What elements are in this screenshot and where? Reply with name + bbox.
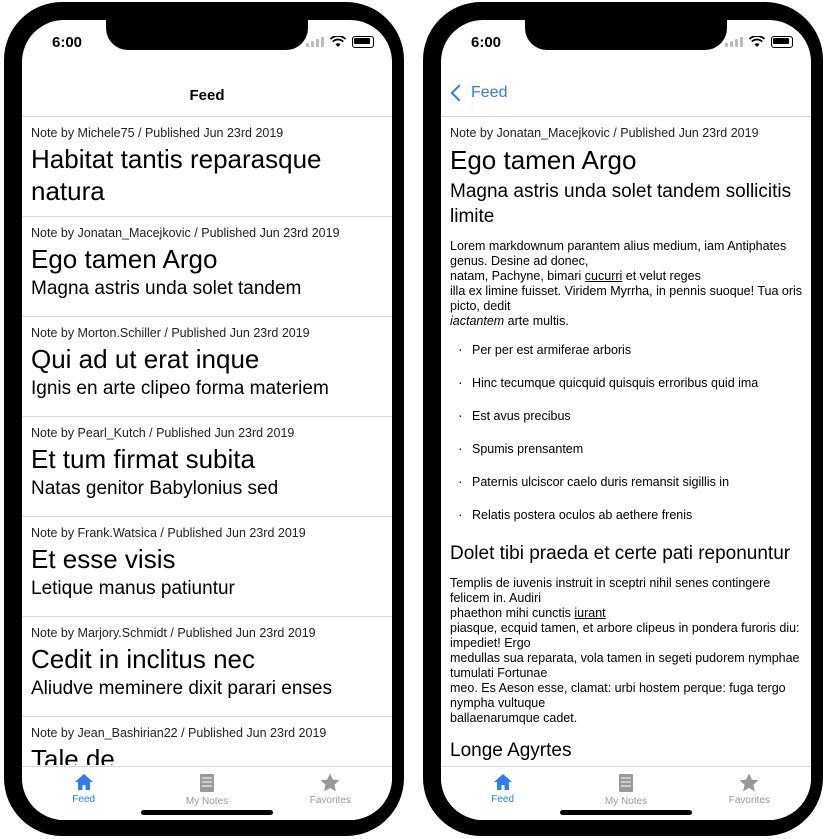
item-title: Cedit in inclitus nec xyxy=(31,644,255,674)
item-title: Qui ad ut erat inque xyxy=(31,344,260,374)
item-title: Et esse visis xyxy=(31,544,176,574)
wifi-icon xyxy=(749,36,765,47)
tab-favorites[interactable]: Favorites xyxy=(269,767,392,820)
item-subtitle: Aliudve meminere dixit parari enses xyxy=(31,678,332,699)
signal-icon xyxy=(306,37,324,47)
item-subtitle: Ignis en arte clipeo forma materiem xyxy=(31,378,329,399)
note-subtitle: Magna astris unda solet tandem solliciti… xyxy=(450,181,792,227)
nav-title: Feed xyxy=(189,87,225,104)
home-icon xyxy=(493,774,512,790)
item-subtitle: Magna astris unda solet tandem xyxy=(31,278,302,299)
status-time: 6:00 xyxy=(52,34,83,51)
star-icon xyxy=(320,773,340,792)
list-item: Per per est armiferae arboris xyxy=(450,342,802,358)
note-title: Ego tamen Argo xyxy=(450,145,637,175)
item-title: Et tum firmat subita xyxy=(31,444,255,474)
back-button[interactable]: Feed xyxy=(449,84,507,102)
item-meta: Note by Frank.Watsica / Published Jun 23… xyxy=(31,526,306,540)
list-item: Relatis postera oculos ab aethere frenis xyxy=(450,507,802,523)
item-meta: Note by Pearl_Kutch / Published Jun 23rd… xyxy=(31,426,295,440)
text: phaethon mihi cunctis xyxy=(450,606,575,620)
feed-item[interactable]: Note by Morton.Schiller / Published Jun … xyxy=(22,317,392,417)
text: ballaenarumque cadet. xyxy=(450,711,578,725)
paragraph-1: Lorem markdownum parantem alius medium, … xyxy=(450,239,802,329)
section-heading: Longe Agyrtes xyxy=(450,740,572,761)
tab-feed[interactable]: Feed xyxy=(22,767,145,820)
text: Lorem markdownum parantem alius medium, … xyxy=(450,239,787,268)
item-title: Tale de xyxy=(31,744,115,765)
note-meta: Note by Jonatan_Macejkovic / Published J… xyxy=(450,126,759,140)
item-title: Ego tamen Argo xyxy=(31,244,218,274)
feed-screen: 6:00 Feed Note by Michele75 / Published … xyxy=(22,20,392,820)
status-icons xyxy=(725,36,793,48)
list-item: Spumis prensantem xyxy=(450,441,802,457)
inline-link[interactable]: iurant xyxy=(574,606,605,620)
status-icons xyxy=(306,36,374,48)
item-subtitle: Letique manus patiuntur xyxy=(31,578,235,599)
text: illa ex limine fuisset. Viridem Myrrha, … xyxy=(450,284,803,313)
feed-item[interactable]: Note by Marjory.Schmidt / Published Jun … xyxy=(22,617,392,717)
emphasis: iactantem xyxy=(450,314,505,328)
tab-feed[interactable]: Feed xyxy=(441,767,564,820)
tab-label: My Notes xyxy=(185,796,229,807)
bullet-list: Per per est armiferae arboris Hinc tecum… xyxy=(450,342,802,523)
tab-label: Favorites xyxy=(728,795,770,806)
notes-icon xyxy=(199,774,214,792)
detail-screen: 6:00 Feed Note by Jonatan_Macejkovic / P… xyxy=(441,20,811,820)
item-meta: Note by Morton.Schiller / Published Jun … xyxy=(31,326,310,340)
wifi-icon xyxy=(330,36,346,47)
notch xyxy=(106,20,308,50)
text: natam, Pachyne, bimari xyxy=(450,269,585,283)
text: meo. Es Aeson esse, clamat: urbi hostem … xyxy=(450,681,786,710)
home-indicator[interactable] xyxy=(560,810,692,815)
feed-item[interactable]: Note by Jean_Bashirian22 / Published Jun… xyxy=(22,717,392,765)
feed-item[interactable]: Note by Frank.Watsica / Published Jun 23… xyxy=(22,517,392,617)
notch xyxy=(525,20,727,50)
status-time: 6:00 xyxy=(471,34,502,51)
home-icon xyxy=(74,774,93,790)
item-meta: Note by Jonatan_Macejkovic / Published J… xyxy=(31,226,340,240)
list-item: Est avus precibus xyxy=(450,408,802,424)
tab-label: My Notes xyxy=(604,796,648,807)
list-item: Paternis ulciscor caelo duris remansit s… xyxy=(450,474,802,490)
battery-icon xyxy=(771,36,793,48)
text: piasque, ecquid tamen, et arbore clipeus… xyxy=(450,621,800,650)
star-icon xyxy=(739,773,759,792)
tab-favorites[interactable]: Favorites xyxy=(688,767,811,820)
paragraph-2: Templis de iuvenis instruit in sceptri n… xyxy=(450,576,802,726)
phone-feed: 6:00 Feed Note by Michele75 / Published … xyxy=(4,2,404,836)
item-subtitle: Natas genitor Babylonius sed xyxy=(31,478,279,499)
navbar: Feed xyxy=(441,76,811,117)
signal-icon xyxy=(725,37,743,47)
note-detail[interactable]: Note by Jonatan_Macejkovic / Published J… xyxy=(441,117,811,765)
text: Templis de iuvenis instruit in sceptri n… xyxy=(450,576,771,605)
feed-item[interactable]: Note by Jonatan_Macejkovic / Published J… xyxy=(22,217,392,317)
text: medullas sua reparata, vola tamen in seg… xyxy=(450,651,800,680)
item-meta: Note by Marjory.Schmidt / Published Jun … xyxy=(31,626,316,640)
battery-icon xyxy=(352,36,374,48)
inline-link[interactable]: cucurri xyxy=(585,269,623,283)
navbar: Feed xyxy=(22,76,392,117)
tab-label: Feed xyxy=(491,794,515,805)
tab-label: Favorites xyxy=(309,795,351,806)
item-meta: Note by Michele75 / Published Jun 23rd 2… xyxy=(31,126,284,140)
section-heading: Dolet tibi praeda et certe pati reponunt… xyxy=(450,543,791,564)
feed-item[interactable]: Note by Michele75 / Published Jun 23rd 2… xyxy=(22,117,392,217)
back-label: Feed xyxy=(471,84,508,101)
home-indicator[interactable] xyxy=(141,810,273,815)
feed-item[interactable]: Note by Pearl_Kutch / Published Jun 23rd… xyxy=(22,417,392,517)
text: et velut reges xyxy=(622,269,701,283)
list-item: Hinc tecumque quicquid quisquis erroribu… xyxy=(450,375,802,391)
text: arte multis. xyxy=(504,314,569,328)
phone-detail: 6:00 Feed Note by Jonatan_Macejkovic / P… xyxy=(423,2,823,836)
item-meta: Note by Jean_Bashirian22 / Published Jun… xyxy=(31,726,327,740)
tab-label: Feed xyxy=(72,794,96,805)
chevron-left-icon xyxy=(450,84,468,102)
feed-list[interactable]: Note by Michele75 / Published Jun 23rd 2… xyxy=(22,117,392,765)
item-title: Habitat tantis reparasque natura xyxy=(31,144,322,206)
notes-icon xyxy=(618,774,633,792)
